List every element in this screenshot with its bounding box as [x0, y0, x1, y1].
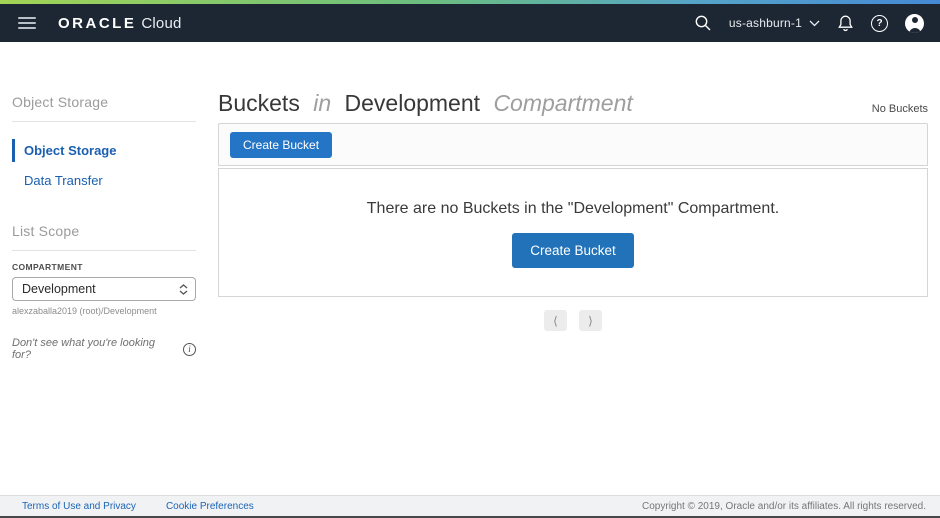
menu-icon[interactable] — [18, 17, 36, 29]
info-icon[interactable]: i — [183, 342, 196, 356]
create-bucket-button-empty-state[interactable]: Create Bucket — [512, 233, 634, 268]
cookie-preferences-link[interactable]: Cookie Preferences — [166, 501, 254, 512]
select-stepper-icon — [179, 283, 188, 295]
title-compartment-name: Development — [344, 90, 481, 116]
sidebar: Object Storage Object Storage Data Trans… — [12, 42, 196, 361]
pagination-prev-button[interactable]: ⟨ — [544, 310, 567, 331]
help-glyph: ? — [876, 17, 883, 29]
user-avatar[interactable] — [905, 13, 924, 33]
compartment-path: alexzaballa2019 (root)/Development — [12, 306, 157, 316]
pagination: ⟨ ⟩ — [218, 310, 928, 331]
title-buckets: Buckets — [218, 90, 300, 116]
region-selector[interactable]: us-ashburn-1 — [729, 16, 820, 30]
sidebar-divider — [12, 250, 196, 251]
info-glyph: i — [188, 344, 191, 354]
compartment-label: COMPARTMENT — [12, 262, 83, 272]
sidebar-section-title: Object Storage — [12, 94, 109, 110]
sidebar-item-object-storage[interactable]: Object Storage — [12, 139, 196, 162]
chevron-down-icon — [809, 20, 820, 26]
top-navigation-bar: ORACLE Cloud us-ashburn-1 ? — [0, 4, 940, 42]
help-icon[interactable]: ? — [871, 14, 888, 32]
compartment-select[interactable]: Development — [12, 277, 196, 301]
sidebar-divider — [12, 121, 196, 122]
footer: Terms of Use and Privacy Cookie Preferen… — [0, 495, 940, 516]
sidebar-help-text: Don't see what you're looking for? — [12, 337, 156, 361]
title-in: in — [313, 90, 332, 116]
list-scope-title: List Scope — [12, 223, 80, 239]
sidebar-item-label: Object Storage — [24, 143, 117, 158]
region-label: us-ashburn-1 — [728, 16, 802, 30]
bucket-count-label: No Buckets — [871, 103, 928, 115]
notifications-bell-icon[interactable] — [837, 14, 854, 33]
buckets-toolbar: Create Bucket — [218, 123, 928, 166]
oracle-cloud-logo: ORACLE Cloud — [58, 15, 182, 32]
oracle-wordmark: ORACLE — [58, 14, 137, 32]
buckets-empty-panel: There are no Buckets in the "Development… — [218, 168, 928, 297]
create-bucket-button[interactable]: Create Bucket — [230, 131, 333, 158]
terms-of-use-link[interactable]: Terms of Use and Privacy — [22, 501, 136, 512]
compartment-select-value: Development — [22, 282, 96, 296]
cloud-wordmark: Cloud — [141, 14, 182, 32]
page-title: Buckets in Development Compartment — [218, 88, 633, 118]
sidebar-item-data-transfer[interactable]: Data Transfer — [12, 169, 196, 192]
empty-state-message: There are no Buckets in the "Development… — [366, 200, 780, 217]
sidebar-item-label: Data Transfer — [24, 173, 103, 188]
copyright-text: Copyright © 2019, Oracle and/or its affi… — [642, 500, 926, 512]
title-compartment-word: Compartment — [493, 90, 633, 116]
avatar-head — [911, 16, 918, 23]
sidebar-nav: Object Storage Data Transfer — [12, 139, 196, 192]
search-icon[interactable] — [694, 14, 712, 32]
pagination-next-button[interactable]: ⟩ — [579, 310, 602, 331]
main-content: Buckets in Development Compartment No Bu… — [218, 42, 928, 331]
avatar-body — [908, 27, 921, 33]
